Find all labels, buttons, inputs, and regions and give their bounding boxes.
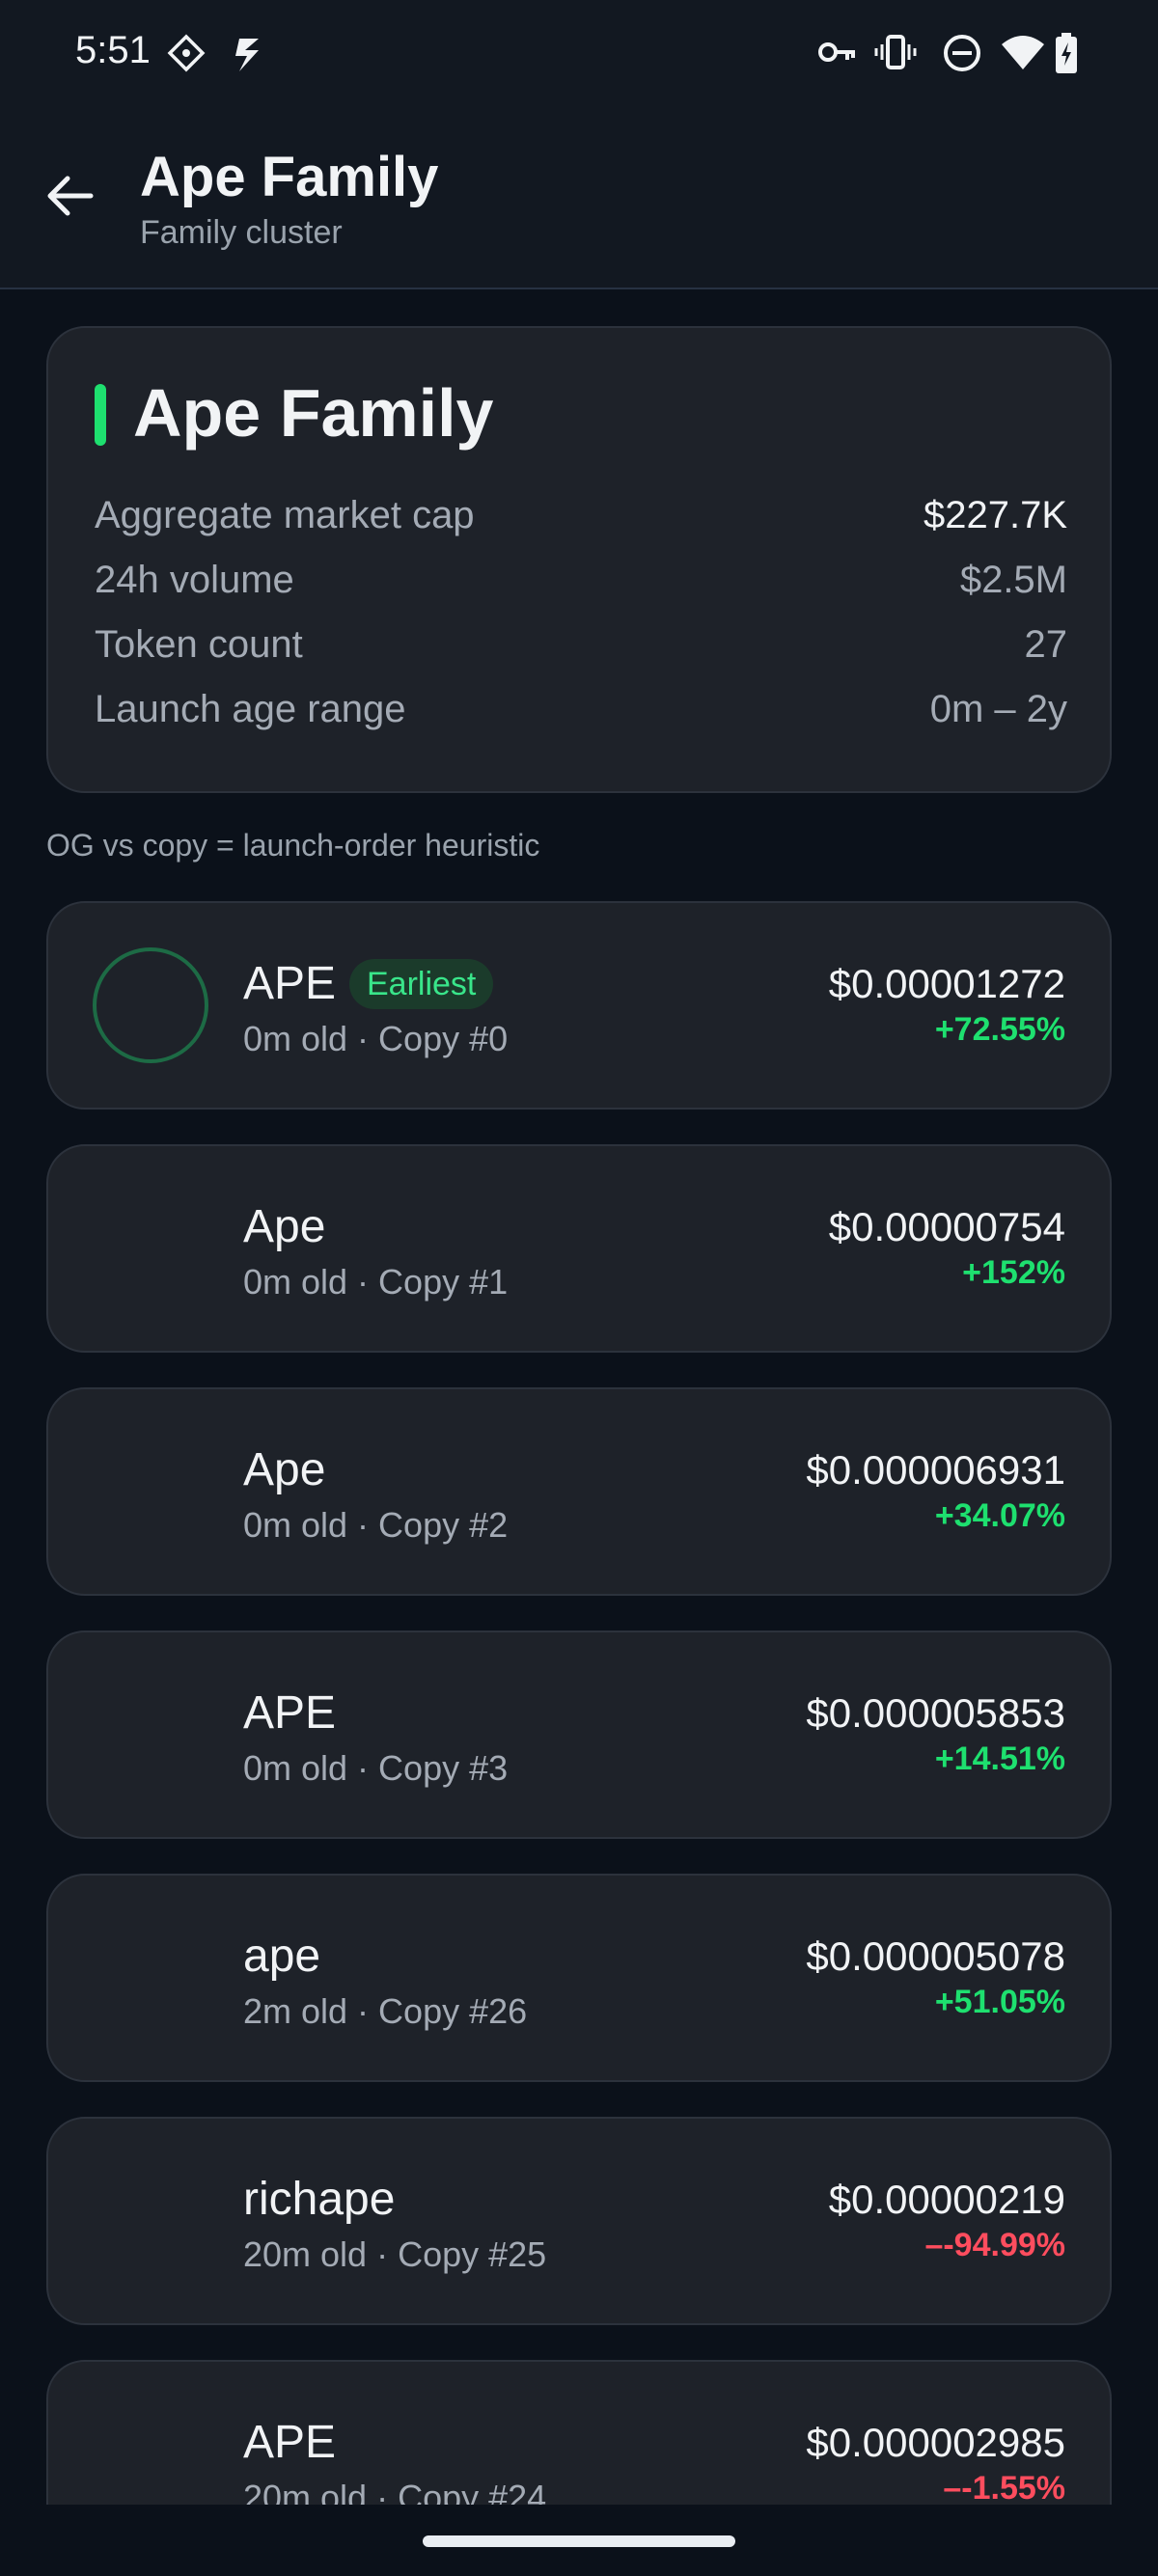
token-card[interactable]: Ape 0m old · Copy #1 $0.00000754 +152%: [46, 1144, 1112, 1353]
screen: 5:51 Ape Family Family cluster Ape Famil…: [0, 0, 1158, 2505]
vpn-key-icon: [818, 42, 855, 62]
token-card[interactable]: Ape 0m old · Copy #2 $0.000006931 +34.07…: [46, 1387, 1112, 1596]
bolt-app-icon: [235, 39, 259, 71]
token-change: +72.55%: [934, 1011, 1065, 1048]
token-meta: 2m old · Copy #26: [243, 1991, 528, 2031]
token-price: $0.000005853: [806, 1690, 1065, 1736]
token-meta: 0m old · Copy #2: [243, 1505, 509, 1545]
token-price: $0.000002985: [806, 2420, 1065, 2465]
token-name: Ape: [243, 1444, 326, 1495]
token-meta: 0m old · Copy #0: [243, 1019, 509, 1058]
family-summary-card: Ape Family Aggregate market cap $227.7K …: [46, 326, 1112, 793]
token-change: +51.05%: [934, 1984, 1065, 2020]
status-time: 5:51: [75, 29, 151, 71]
token-price: $0.00001272: [828, 961, 1065, 1006]
stat-row-market-cap: Aggregate market cap $227.7K: [95, 494, 1067, 548]
battery-charging-icon: [1056, 33, 1077, 73]
app-title: Ape Family: [140, 146, 439, 208]
diamond-app-icon: [167, 34, 206, 72]
app-subtitle: Family cluster: [140, 214, 343, 251]
token-meta: 0m old · Copy #3: [243, 1748, 509, 1788]
stat-value: 27: [1024, 623, 1068, 666]
family-title: Ape Family: [133, 375, 494, 451]
heuristic-note: OG vs copy = launch-order heuristic: [46, 828, 540, 863]
vibrate-icon: [874, 35, 917, 69]
token-change: –-1.55%: [943, 2470, 1065, 2505]
stat-value: $2.5M: [959, 559, 1067, 601]
stat-label: Launch age range: [95, 688, 406, 730]
token-name: Ape: [243, 1201, 326, 1252]
stat-label: 24h volume: [95, 559, 294, 601]
token-price: $0.000005078: [806, 1933, 1065, 1979]
token-meta: 20m old · Copy #25: [243, 2234, 547, 2274]
app-bar: Ape Family Family cluster: [0, 106, 1158, 289]
token-price: $0.00000754: [828, 1204, 1065, 1249]
stat-label: Aggregate market cap: [95, 494, 475, 536]
wifi-icon: [1002, 36, 1044, 69]
token-card[interactable]: ape 2m old · Copy #26 $0.000005078 +51.0…: [46, 1874, 1112, 2082]
token-card[interactable]: APE Earliest 0m old · Copy #0 $0.0000127…: [46, 901, 1112, 1110]
token-name: APE: [243, 1687, 337, 1739]
token-name: APE: [243, 2417, 337, 2468]
earliest-badge: Earliest: [349, 959, 494, 1009]
stat-row-token-count: Token count 27: [95, 623, 1067, 677]
token-card[interactable]: APE 0m old · Copy #3 $0.000005853 +14.51…: [46, 1631, 1112, 1839]
token-name: richape: [243, 2174, 396, 2225]
gesture-nav-handle[interactable]: [423, 2535, 735, 2547]
do-not-disturb-icon: [944, 35, 980, 71]
token-name: APE: [243, 958, 337, 1009]
token-change: +14.51%: [934, 1740, 1065, 1777]
token-name: ape: [243, 1931, 321, 1982]
token-price: $0.00000219: [828, 2177, 1065, 2222]
token-card[interactable]: APE 20m old · Copy #24 $0.000002985 –-1.…: [46, 2360, 1112, 2505]
token-price: $0.000006931: [806, 1447, 1065, 1493]
token-meta: 0m old · Copy #1: [243, 1262, 509, 1302]
back-arrow-icon[interactable]: [41, 166, 100, 226]
stat-row-launch-age: Launch age range 0m – 2y: [95, 688, 1067, 742]
stat-value: $227.7K: [923, 494, 1067, 536]
stat-row-volume: 24h volume $2.5M: [95, 559, 1067, 613]
stat-value: 0m – 2y: [929, 688, 1067, 730]
stat-label: Token count: [95, 623, 303, 666]
token-meta: 20m old · Copy #24: [243, 2478, 547, 2505]
token-avatar-ring: [93, 947, 208, 1063]
token-card[interactable]: richape 20m old · Copy #25 $0.00000219 –…: [46, 2117, 1112, 2325]
token-change: +152%: [962, 1254, 1065, 1291]
token-change: +34.07%: [934, 1497, 1065, 1534]
token-change: –-94.99%: [924, 2227, 1065, 2263]
accent-bar: [95, 384, 106, 446]
status-bar: 5:51: [0, 0, 1158, 106]
